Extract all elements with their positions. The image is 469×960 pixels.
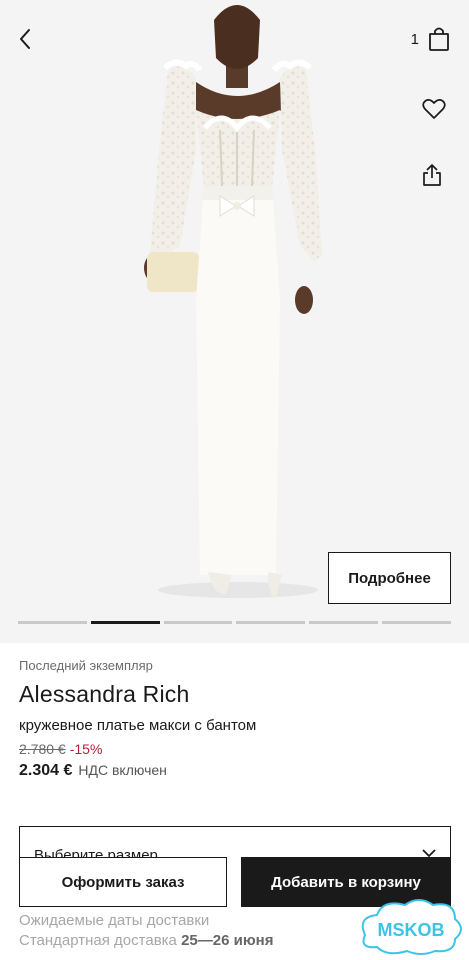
watermark-logo: MSKOB — [361, 899, 462, 955]
standard-delivery-label: Стандартная доставка — [19, 932, 177, 949]
price-row: 2.304 € НДС включен — [19, 762, 451, 780]
wishlist-button[interactable] — [417, 92, 451, 126]
cart-button[interactable]: 1 — [411, 22, 451, 56]
delivery-info: Ожидаемые даты доставки Стандартная дост… — [19, 912, 349, 949]
share-icon — [423, 164, 441, 186]
gallery-dot[interactable] — [309, 621, 379, 624]
old-price-row: 2.780 € -15% — [19, 741, 451, 757]
gallery-pagination — [18, 621, 451, 624]
product-photo — [144, 5, 322, 598]
watermark-text: MSKOB — [378, 920, 445, 940]
discount-badge: -15% — [69, 741, 103, 757]
cart-count: 1 — [410, 30, 419, 48]
heart-icon — [422, 99, 446, 119]
share-button[interactable] — [415, 158, 449, 192]
product-info: Последний экземпляр Alessandra Rich круж… — [19, 658, 451, 780]
gallery-dot[interactable] — [18, 621, 87, 624]
details-button[interactable]: Подробнее — [328, 552, 451, 604]
order-button[interactable]: Оформить заказ — [19, 857, 227, 907]
vat-note: НДС включен — [78, 762, 167, 778]
standard-delivery-dates: 25—26 июня — [181, 932, 274, 949]
old-price: 2.780 € — [19, 741, 66, 757]
brand-name[interactable]: Alessandra Rich — [19, 681, 451, 708]
gallery-dot[interactable] — [163, 621, 233, 624]
delivery-title: Ожидаемые даты доставки — [19, 912, 210, 929]
chevron-left-icon — [20, 29, 30, 49]
product-description: кружевное платье макси с бантом — [19, 717, 257, 734]
availability-label: Последний экземпляр — [19, 658, 153, 673]
standard-delivery: Стандартная доставка 25—26 июня — [19, 932, 349, 949]
current-price: 2.304 € — [19, 762, 73, 779]
product-image-gallery[interactable]: 1 Подробнее — [0, 0, 469, 643]
gallery-dot-active[interactable] — [90, 621, 160, 624]
shopping-bag-icon — [429, 27, 449, 51]
back-button[interactable] — [8, 22, 42, 56]
gallery-dot[interactable] — [236, 621, 306, 624]
gallery-dot[interactable] — [382, 621, 451, 624]
